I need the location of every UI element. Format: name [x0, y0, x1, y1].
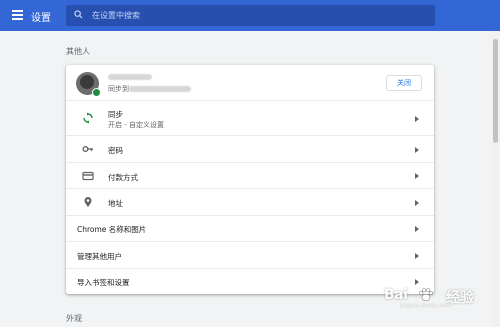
paw-logo-icon [419, 288, 433, 302]
section-heading-appearance: 外观 [66, 314, 82, 323]
hamburger-menu-icon[interactable] [12, 10, 23, 20]
location-pin-icon [84, 197, 92, 207]
chevron-right-icon [415, 173, 419, 179]
key-icon [82, 146, 93, 152]
page-title: 设置 [31, 13, 51, 24]
import-bookmarks-label: 导入书签和设置 [77, 278, 130, 287]
chevron-right-icon [415, 226, 419, 232]
chevron-right-icon [415, 116, 419, 122]
watermark-url: jingyan.baidu.com [400, 303, 451, 309]
sync-status-text: 开启 - 自定义设置 [108, 121, 164, 129]
sync-row[interactable]: 同步 开启 - 自定义设置 [66, 100, 434, 135]
profile-account-redacted [129, 86, 191, 92]
profile-name-redacted [108, 74, 152, 80]
passwords-label: 密码 [108, 146, 123, 155]
search-icon [74, 10, 83, 19]
chrome-name-picture-row[interactable]: Chrome 名称和图片 [66, 215, 434, 241]
payment-methods-row[interactable]: 付款方式 [66, 162, 434, 188]
chevron-right-icon [415, 147, 419, 153]
payment-methods-label: 付款方式 [108, 173, 138, 182]
credit-card-icon [82, 171, 94, 181]
baidu-jingyan-watermark: Bai 经验 jingyan.baidu.com [376, 281, 491, 313]
profile-row: 同步到 关闭 [66, 65, 434, 100]
sync-icon [83, 112, 93, 124]
section-heading-people: 其他人 [66, 47, 90, 56]
page-scrollbar[interactable] [491, 31, 500, 327]
chrome-name-picture-label: Chrome 名称和图片 [77, 225, 147, 234]
chevron-right-icon [415, 253, 419, 259]
sync-label: 同步 [108, 110, 123, 119]
scrollbar-thumb[interactable] [493, 39, 498, 143]
avatar [76, 72, 101, 97]
manage-other-people-label: 管理其他用户 [77, 252, 122, 261]
addresses-row[interactable]: 地址 [66, 188, 434, 215]
addresses-label: 地址 [108, 199, 123, 208]
manage-other-people-row[interactable]: 管理其他用户 [66, 241, 434, 268]
settings-search-field[interactable]: 在设置中搜索 [66, 5, 435, 26]
search-input[interactable]: 在设置中搜索 [92, 10, 140, 21]
passwords-row[interactable]: 密码 [66, 135, 434, 162]
profile-account-prefix: 同步到 [108, 85, 129, 93]
people-settings-card: 同步到 关闭 同步 开启 - 自定义设置 密码 付款方式 地址 Chrome 名… [66, 65, 434, 294]
chevron-right-icon [415, 200, 419, 206]
top-app-bar: 设置 在设置中搜索 [0, 0, 500, 31]
sync-status-badge-icon [92, 88, 101, 97]
turn-off-sync-button[interactable]: 关闭 [386, 75, 422, 91]
watermark-brand: Bai [384, 287, 408, 303]
